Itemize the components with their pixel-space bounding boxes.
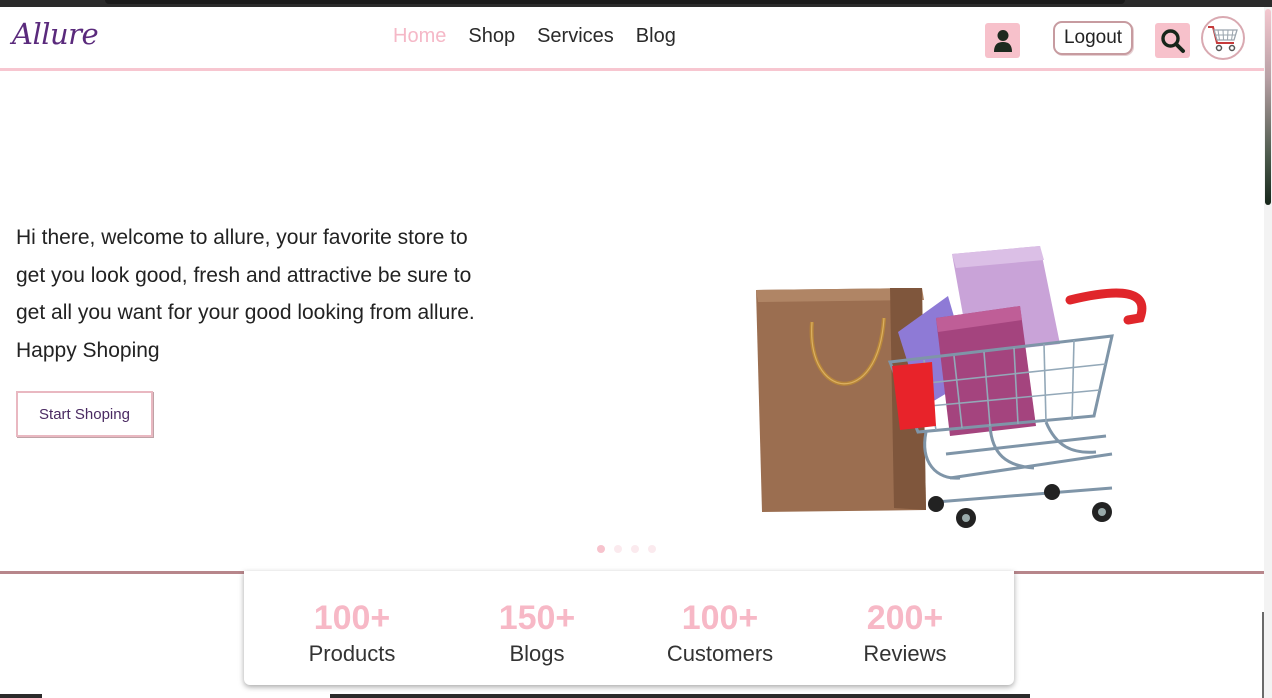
user-button[interactable]: [985, 23, 1020, 58]
main-nav: Home Shop Services Blog: [393, 25, 698, 48]
hero-line: Happy Shoping: [16, 338, 160, 362]
stats-card: 100+ Products 150+ Blogs 100+ Customers …: [244, 571, 1014, 685]
search-icon: [1160, 28, 1185, 53]
start-shopping-button[interactable]: Start Shoping: [16, 391, 153, 437]
stat-label: Customers: [666, 641, 774, 666]
browser-tab-edge: [105, 0, 1125, 4]
shopping-bag-and-cart-image: [756, 246, 1147, 528]
browser-top-strip: [0, 0, 1272, 7]
scrollbar-thumb[interactable]: [1265, 9, 1271, 205]
logout-button[interactable]: Logout: [1053, 21, 1133, 55]
stat-value: 100+: [313, 599, 391, 637]
nav-link-blog[interactable]: Blog: [636, 25, 676, 48]
user-icon: [993, 29, 1012, 52]
nav-link-shop[interactable]: Shop: [468, 25, 515, 48]
navbar: Allure Home Shop Services Blog Logout: [0, 7, 1264, 71]
stat-label: Reviews: [863, 641, 947, 666]
cart-icon: [1208, 26, 1238, 52]
carousel-dot-3[interactable]: [631, 545, 639, 553]
stat-customers: 100+ Customers: [628, 599, 812, 671]
hero-line: Hi there, welcome to allure, your favori…: [16, 226, 468, 249]
stat-blogs: 150+ Blogs: [445, 599, 629, 671]
bottom-edge-left: [0, 694, 42, 698]
cart-button[interactable]: [1201, 16, 1245, 60]
stat-products: 100+ Products: [260, 599, 444, 671]
hero-welcome-text: Hi there, welcome to allure, your favori…: [16, 219, 516, 369]
page-edge-line: [1262, 612, 1264, 698]
stat-value: 100+: [681, 599, 759, 637]
search-button[interactable]: [1155, 23, 1190, 58]
hero-line: get you look good, fresh and attractive …: [16, 263, 472, 287]
brand-logo[interactable]: Allure: [12, 17, 99, 51]
stat-value: 150+: [498, 599, 576, 637]
hero-line: get all you want for your good looking f…: [16, 301, 475, 324]
bottom-edge: [0, 694, 1264, 698]
carousel-dot-4[interactable]: [648, 545, 656, 553]
carousel-dot-2[interactable]: [614, 545, 622, 553]
stat-label: Products: [308, 641, 396, 666]
page-scrollbar[interactable]: [1264, 7, 1272, 698]
nav-link-services[interactable]: Services: [537, 25, 614, 48]
stat-label: Blogs: [509, 641, 565, 666]
carousel-dot-1[interactable]: [597, 545, 605, 553]
stat-reviews: 200+ Reviews: [813, 599, 997, 671]
stat-value: 200+: [866, 599, 944, 637]
nav-link-home[interactable]: Home: [393, 25, 446, 48]
bottom-edge-mid: [330, 694, 1030, 698]
carousel-dots: [597, 545, 656, 553]
